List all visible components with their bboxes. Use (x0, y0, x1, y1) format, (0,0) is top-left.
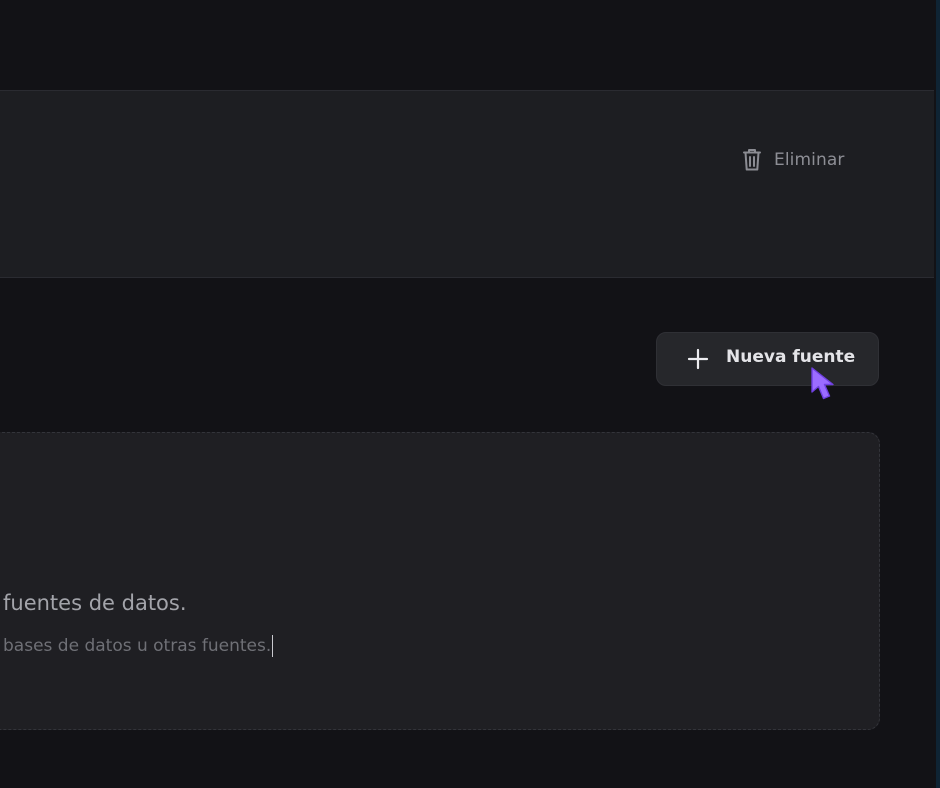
plus-icon (687, 348, 709, 370)
new-source-button[interactable]: Nueva fuente (656, 332, 879, 386)
top-bar (0, 0, 934, 90)
source-header-panel (0, 90, 934, 278)
delete-button[interactable]: Eliminar (740, 146, 844, 174)
empty-state-description: bases de datos u otras fuentes. (3, 635, 274, 657)
new-source-label: Nueva fuente (726, 347, 856, 367)
text-caret (272, 635, 274, 657)
trash-icon (740, 147, 764, 173)
window-edge (936, 0, 940, 788)
app-page: Eliminar Nueva fuente fuentes de datos. … (0, 0, 940, 788)
empty-state-card: fuentes de datos. bases de datos u otras… (0, 432, 880, 730)
delete-label: Eliminar (774, 150, 845, 170)
empty-state-title: fuentes de datos. (3, 591, 187, 615)
empty-state-description-text: bases de datos u otras fuentes. (3, 636, 272, 656)
